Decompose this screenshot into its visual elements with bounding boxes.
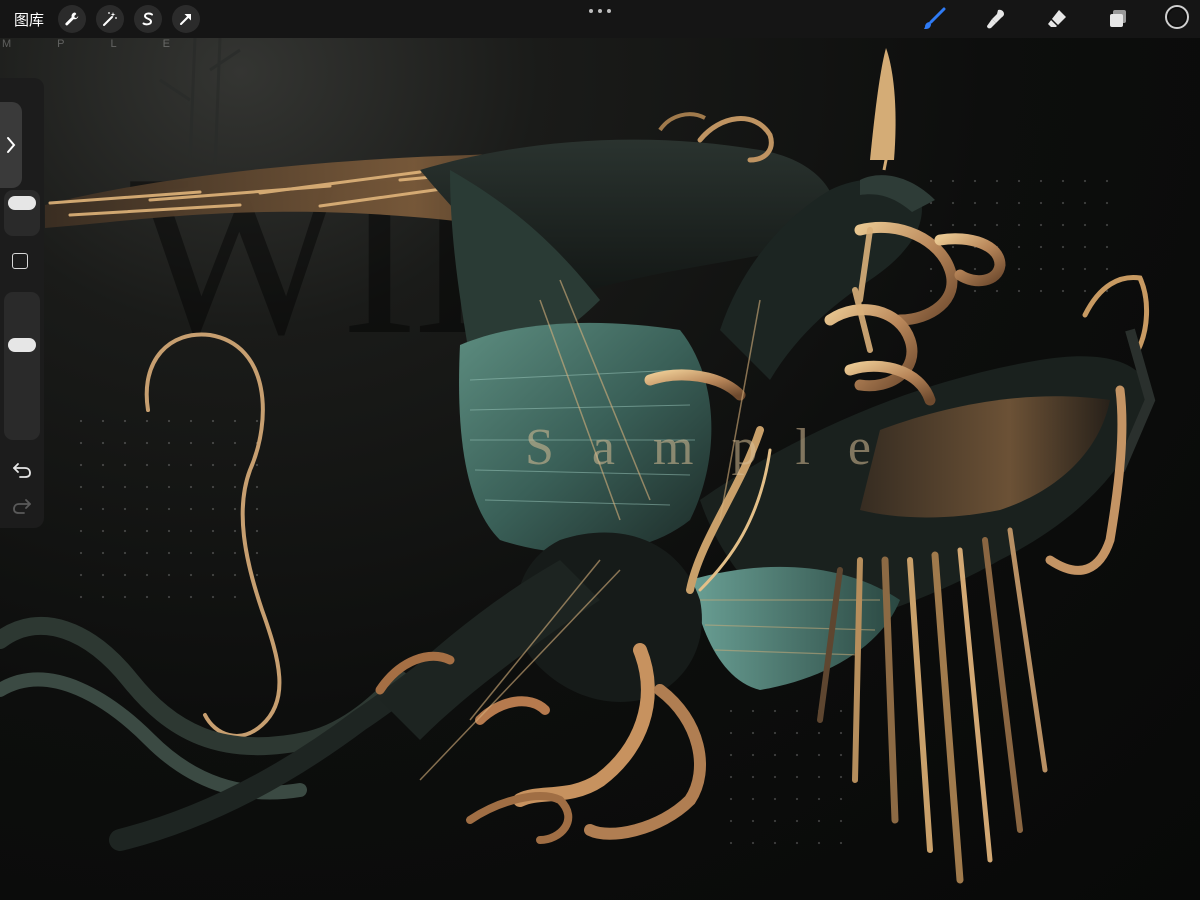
transform-button[interactable]: [172, 5, 201, 33]
brush-size-slider[interactable]: [4, 190, 40, 236]
more-options-button[interactable]: [589, 6, 611, 16]
color-picker-button[interactable]: [1165, 5, 1189, 29]
sidebar-toggle-button[interactable]: [0, 102, 22, 188]
eyedropper-button[interactable]: [12, 253, 28, 269]
drawing-canvas[interactable]: MPLE WII Sample: [0, 0, 1200, 900]
eraser-tool-button[interactable]: [1043, 5, 1071, 33]
layers-button[interactable]: [1104, 5, 1132, 33]
smudge-icon: [987, 9, 1004, 29]
top-toolbar: 图库: [0, 0, 1200, 38]
opacity-slider-thumb[interactable]: [8, 338, 36, 352]
dot-icon: [598, 9, 602, 13]
dot-icon: [607, 9, 611, 13]
layers-icon: [1110, 10, 1126, 27]
adjustments-button[interactable]: [96, 5, 125, 33]
wrench-icon: [65, 12, 79, 26]
smudge-tool-button[interactable]: [982, 5, 1010, 33]
arrow-cursor-icon: [180, 14, 192, 25]
undo-button[interactable]: [12, 460, 32, 480]
opacity-slider[interactable]: [4, 292, 40, 440]
dot-icon: [589, 9, 593, 13]
chevron-right-icon: [7, 137, 16, 153]
gallery-button[interactable]: 图库: [14, 9, 44, 30]
redo-button[interactable]: [12, 496, 32, 516]
brush-icon: [924, 7, 946, 29]
eraser-icon: [1048, 10, 1066, 27]
actions-button[interactable]: [58, 5, 87, 33]
brush-size-slider-thumb[interactable]: [8, 196, 36, 210]
sample-watermark: Sample: [525, 419, 909, 476]
brush-tool-button[interactable]: [920, 5, 948, 33]
left-sidebar: [0, 78, 44, 528]
magic-wand-icon: [103, 12, 117, 26]
selection-s-icon: [142, 12, 154, 26]
selection-button[interactable]: [134, 5, 163, 33]
